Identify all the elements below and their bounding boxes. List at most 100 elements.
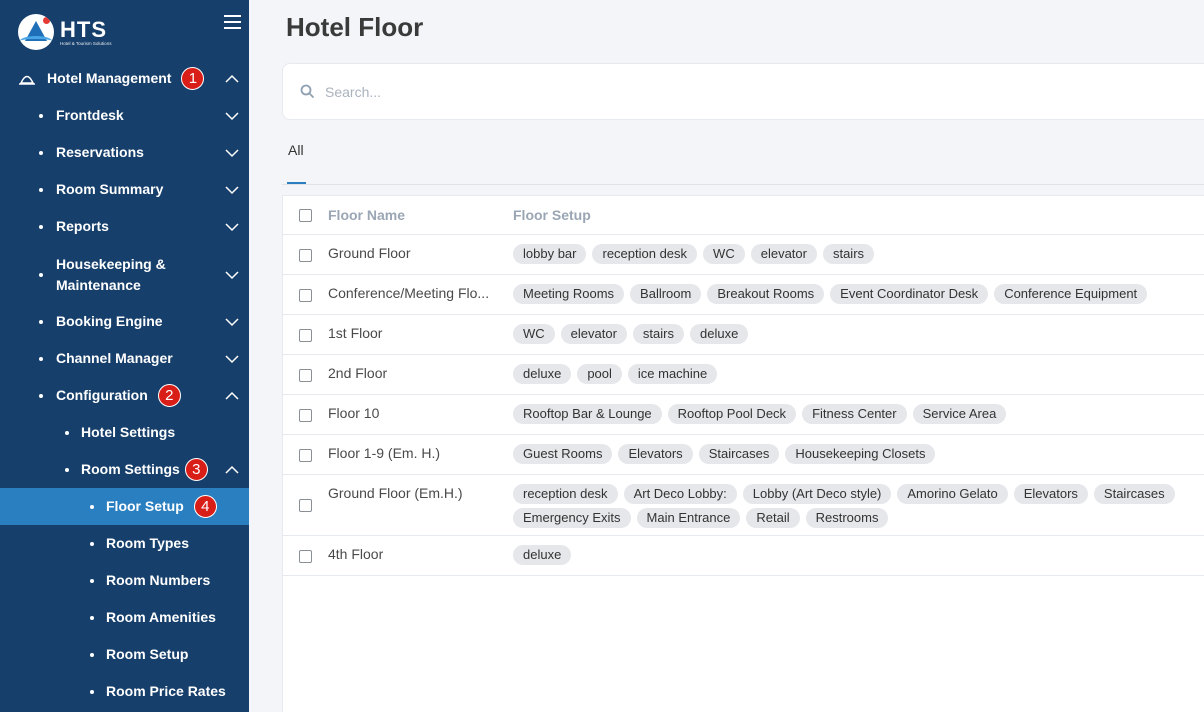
- bullet: [90, 541, 94, 546]
- table-row[interactable]: Ground Floor lobby bar reception desk WC ele…: [283, 235, 1204, 275]
- bullet: [39, 224, 43, 229]
- bullet: [90, 615, 94, 620]
- row-checkbox[interactable]: [299, 288, 312, 302]
- bullet: [65, 467, 69, 472]
- row-checkbox[interactable]: [299, 248, 312, 262]
- sidebar-item-label: Reservations: [56, 144, 144, 160]
- sidebar-item-label: Floor Setup: [106, 498, 184, 514]
- table-row[interactable]: 1st Floor WC elevator stairs deluxe: [283, 315, 1204, 355]
- floor-name-cell: 1st Floor: [328, 325, 383, 341]
- sidebar-item-reservations[interactable]: Reservations: [0, 134, 249, 171]
- setup-tag: elevator: [750, 244, 817, 264]
- sidebar-item-room-price-rates[interactable]: Room Price Rates: [0, 673, 249, 710]
- setup-tag: Rooftop Pool Deck: [667, 404, 797, 424]
- setup-tag: Main Entrance: [636, 508, 741, 528]
- floor-setup-cell: reception desk Art Deco Lobby: Lobby (Art …: [513, 484, 1204, 528]
- floor-name-cell: Floor 10: [328, 405, 380, 421]
- floor-setup-cell: deluxe: [513, 545, 1204, 565]
- chevron-down-icon: [225, 315, 239, 329]
- floors-table: Floor Name Floor Setup Ground Floor lobby…: [282, 195, 1204, 712]
- sidebar-item-room-setup[interactable]: Room Setup: [0, 636, 249, 673]
- sidebar-item-label: Hotel Management: [47, 70, 172, 86]
- floor-name-cell: Floor 1-9 (Em. H.): [328, 445, 441, 461]
- chevron-down-icon: [225, 268, 239, 282]
- row-checkbox[interactable]: [299, 499, 312, 512]
- setup-tag: Staircases: [698, 444, 780, 464]
- step-badge: 3: [184, 458, 208, 481]
- floor-setup-cell: Rooftop Bar & Lounge Rooftop Pool Deck Fit…: [513, 404, 1204, 424]
- bullet: [39, 273, 43, 277]
- floor-setup-cell: deluxe pool ice machine: [513, 364, 1204, 384]
- sidebar-item-label-line2: Maintenance: [56, 277, 141, 293]
- select-all-checkbox[interactable]: [299, 209, 312, 222]
- step-badge: 2: [157, 384, 181, 407]
- setup-tag: lobby bar: [513, 244, 587, 264]
- column-header-floor-name[interactable]: Floor Name: [328, 207, 405, 223]
- setup-tag: stairs: [822, 244, 875, 264]
- table-header-row: Floor Name Floor Setup: [283, 196, 1204, 235]
- row-checkbox[interactable]: [299, 408, 312, 422]
- sidebar-item-housekeeping-maintenance[interactable]: Housekeeping & Maintenance: [0, 250, 249, 300]
- setup-tag: ice machine: [627, 364, 718, 384]
- bullet: [39, 113, 43, 118]
- sidebar-item-configuration[interactable]: Configuration 2: [0, 377, 249, 414]
- tab-all[interactable]: All: [288, 142, 304, 158]
- hamburger-menu-icon[interactable]: [224, 15, 241, 29]
- chevron-down-icon: [225, 109, 239, 123]
- setup-tag: deluxe: [689, 324, 749, 344]
- setup-tag: Lobby (Art Deco style): [742, 484, 892, 504]
- setup-tag: Elevators: [618, 444, 693, 464]
- tab-bar: All: [282, 120, 1204, 185]
- table-row[interactable]: 4th Floor deluxe: [283, 536, 1204, 576]
- floor-setup-cell: Meeting Rooms Ballroom Breakout Rooms Event…: [513, 284, 1204, 304]
- row-checkbox[interactable]: [299, 549, 312, 563]
- sidebar-item-label: Room Setup: [106, 646, 189, 662]
- column-header-floor-setup[interactable]: Floor Setup: [513, 207, 591, 223]
- service-bell-icon: [19, 75, 35, 85]
- sidebar-item-room-settings[interactable]: Room Settings 3: [0, 451, 249, 488]
- sidebar-item-frontdesk[interactable]: Frontdesk: [0, 97, 249, 134]
- chevron-up-icon: [225, 389, 239, 403]
- sidebar-item-room-types[interactable]: Room Types: [0, 525, 249, 562]
- setup-tag: Restrooms: [805, 508, 889, 528]
- table-row[interactable]: Conference/Meeting Flo... Meeting Rooms Ba…: [283, 275, 1204, 315]
- sidebar-item-hotel-settings[interactable]: Hotel Settings: [0, 414, 249, 451]
- row-checkbox[interactable]: [299, 328, 312, 342]
- chevron-down-icon: [225, 183, 239, 197]
- floor-name-cell: 4th Floor: [328, 546, 384, 562]
- chevron-down-icon: [225, 146, 239, 160]
- brand-name: HTS: [60, 16, 107, 42]
- table-row[interactable]: Floor 10 Rooftop Bar & Lounge Rooftop Pool…: [283, 395, 1204, 435]
- brand-logo[interactable]: HTS Hotel & Tourism Solutions: [18, 12, 111, 52]
- sidebar-item-room-numbers[interactable]: Room Numbers: [0, 562, 249, 599]
- table-row[interactable]: Ground Floor (Em.H.) reception desk Art De…: [283, 475, 1204, 536]
- floor-setup-cell: WC elevator stairs deluxe: [513, 324, 1204, 344]
- setup-tag: Amorino Gelato: [897, 484, 1008, 504]
- sidebar-item-room-amenities[interactable]: Room Amenities: [0, 599, 249, 636]
- sidebar-item-label: Room Summary: [56, 181, 164, 197]
- sidebar-item-channel-manager[interactable]: Channel Manager: [0, 340, 249, 377]
- row-checkbox[interactable]: [299, 448, 312, 462]
- row-checkbox[interactable]: [299, 368, 312, 382]
- sidebar-item-label: Hotel Settings: [81, 424, 176, 440]
- setup-tag: Art Deco Lobby:: [623, 484, 737, 504]
- setup-tag: Rooftop Bar & Lounge: [513, 404, 662, 424]
- sidebar-item-room-summary[interactable]: Room Summary: [0, 171, 249, 208]
- sidebar-item-reports[interactable]: Reports: [0, 208, 249, 245]
- step-badge: 4: [193, 495, 217, 518]
- floor-setup-cell: lobby bar reception desk WC elevator stairs: [513, 244, 1204, 264]
- table-row[interactable]: 2nd Floor deluxe pool ice machine: [283, 355, 1204, 395]
- sidebar-item-label: Housekeeping &: [56, 256, 166, 272]
- sidebar-item-floor-setup[interactable]: Floor Setup 4: [0, 488, 249, 525]
- bullet: [90, 578, 94, 583]
- table-row[interactable]: Floor 1-9 (Em. H.) Guest Rooms Elevators St…: [283, 435, 1204, 475]
- search-input[interactable]: [325, 80, 925, 104]
- floor-name-cell: Conference/Meeting Flo...: [328, 285, 490, 301]
- sidebar: HTS Hotel & Tourism Solutions Hotel Mana…: [0, 0, 249, 712]
- bullet: [39, 319, 43, 324]
- search-icon: [300, 84, 315, 99]
- chevron-down-icon: [225, 352, 239, 366]
- search-bar: [282, 63, 1204, 120]
- sidebar-item-booking-engine[interactable]: Booking Engine: [0, 303, 249, 340]
- sidebar-item-hotel-management[interactable]: Hotel Management 1: [0, 60, 249, 97]
